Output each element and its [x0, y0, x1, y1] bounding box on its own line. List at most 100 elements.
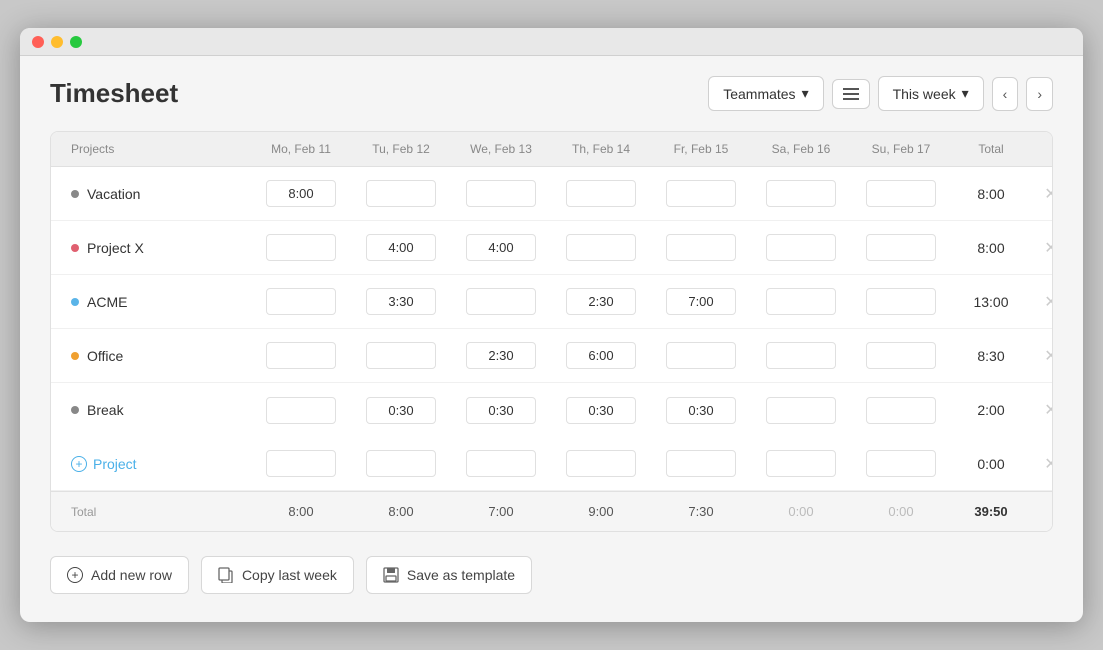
teammates-dropdown[interactable]: Teammates ▾ [708, 76, 823, 111]
close-button[interactable] [32, 36, 44, 48]
prev-week-button[interactable]: ‹ [992, 77, 1019, 111]
row-2-day-3-input[interactable] [566, 288, 636, 315]
total-wed: 7:00 [451, 504, 551, 519]
row-1-day-0-input[interactable] [266, 234, 336, 261]
row-1-day-6-input[interactable] [866, 234, 936, 261]
project-name: Vacation [87, 186, 140, 202]
row-1-day-5-input[interactable] [766, 234, 836, 261]
row-4-day-6-input[interactable] [866, 397, 936, 424]
table-row: Vacation8:00✕ [51, 167, 1052, 221]
total-sat: 0:00 [751, 504, 851, 519]
project-dot [71, 298, 79, 306]
row-4-day-3-input[interactable] [566, 397, 636, 424]
add-project-mon[interactable] [266, 450, 336, 477]
header-controls: Teammates ▾ This week ▾ ‹ [708, 76, 1053, 111]
table-row: Break 2:00✕ [51, 383, 1052, 437]
row-3-day-1-input[interactable] [366, 342, 436, 369]
row-0-day-4-input[interactable] [666, 180, 736, 207]
project-cell: ACME [51, 294, 251, 310]
row-4-day-4-input[interactable] [666, 397, 736, 424]
add-project-total: 0:00 [951, 456, 1031, 472]
copy-icon [218, 567, 234, 583]
minimize-button[interactable] [51, 36, 63, 48]
col-mon: Mo, Feb 11 [251, 142, 351, 156]
teammates-label: Teammates [723, 86, 795, 102]
copy-label: Copy last week [242, 567, 337, 583]
row-3-day-5-input[interactable] [766, 342, 836, 369]
row-2-day-0-input[interactable] [266, 288, 336, 315]
row-4-day-1-input[interactable] [366, 397, 436, 424]
project-dot [71, 406, 79, 414]
row-0-day-0-input[interactable] [266, 180, 336, 207]
row-2-remove[interactable]: ✕ [1031, 292, 1053, 312]
col-thu: Th, Feb 14 [551, 142, 651, 156]
row-3-day-2-input[interactable] [466, 342, 536, 369]
add-project-label: Project [93, 456, 137, 472]
add-project-sat[interactable] [766, 450, 836, 477]
row-0-day-2-input[interactable] [466, 180, 536, 207]
row-4-day-2-input[interactable] [466, 397, 536, 424]
add-project-fri[interactable] [666, 450, 736, 477]
row-4-total: 2:00 [951, 402, 1031, 418]
row-1-remove[interactable]: ✕ [1031, 238, 1053, 258]
table-row: ACME 13:00✕ [51, 275, 1052, 329]
col-projects: Projects [51, 142, 251, 156]
add-row-label: Add new row [91, 567, 172, 583]
add-project-wed[interactable] [466, 450, 536, 477]
total-thu: 9:00 [551, 504, 651, 519]
grand-total: 39:50 [951, 504, 1031, 519]
row-2-day-5-input[interactable] [766, 288, 836, 315]
project-name: Break [87, 402, 124, 418]
add-project-tue[interactable] [366, 450, 436, 477]
row-0-day-5-input[interactable] [766, 180, 836, 207]
table-header: Projects Mo, Feb 11 Tu, Feb 12 We, Feb 1… [51, 132, 1052, 167]
row-2-day-2-input[interactable] [466, 288, 536, 315]
add-project-thu[interactable] [566, 450, 636, 477]
col-wed: We, Feb 13 [451, 142, 551, 156]
table-row: Office8:30✕ [51, 329, 1052, 383]
add-project-button[interactable]: + Project [51, 456, 251, 472]
list-view-button[interactable] [832, 79, 870, 109]
project-name: ACME [87, 294, 127, 310]
row-0-day-6-input[interactable] [866, 180, 936, 207]
row-3-remove[interactable]: ✕ [1031, 346, 1053, 366]
timesheet-table: Projects Mo, Feb 11 Tu, Feb 12 We, Feb 1… [50, 131, 1053, 532]
row-0-remove[interactable]: ✕ [1031, 184, 1053, 204]
total-sun: 0:00 [851, 504, 951, 519]
row-3-day-0-input[interactable] [266, 342, 336, 369]
row-0-day-3-input[interactable] [566, 180, 636, 207]
row-4-day-0-input[interactable] [266, 397, 336, 424]
next-week-button[interactable]: › [1026, 77, 1053, 111]
app-content: Timesheet Teammates ▾ This week ▾ [20, 56, 1083, 622]
row-2-day-6-input[interactable] [866, 288, 936, 315]
row-0-day-1-input[interactable] [366, 180, 436, 207]
row-4-remove[interactable]: ✕ [1031, 400, 1053, 420]
project-cell: Project X [51, 240, 251, 256]
total-mon: 8:00 [251, 504, 351, 519]
row-1-day-3-input[interactable] [566, 234, 636, 261]
row-1-day-1-input[interactable] [366, 234, 436, 261]
row-3-day-3-input[interactable] [566, 342, 636, 369]
row-1-day-4-input[interactable] [666, 234, 736, 261]
plus-circle-icon: + [67, 567, 83, 583]
week-dropdown[interactable]: This week ▾ [878, 76, 984, 111]
row-2-day-4-input[interactable] [666, 288, 736, 315]
add-row-button[interactable]: + Add new row [50, 556, 189, 594]
save-template-button[interactable]: Save as template [366, 556, 532, 594]
add-project-remove[interactable]: ✕ [1031, 454, 1053, 474]
row-3-total: 8:30 [951, 348, 1031, 364]
row-4-day-5-input[interactable] [766, 397, 836, 424]
row-2-day-1-input[interactable] [366, 288, 436, 315]
row-3-day-4-input[interactable] [666, 342, 736, 369]
save-template-label: Save as template [407, 567, 515, 583]
row-1-day-2-input[interactable] [466, 234, 536, 261]
maximize-button[interactable] [70, 36, 82, 48]
project-cell: Break [51, 402, 251, 418]
save-icon [383, 567, 399, 583]
row-2-total: 13:00 [951, 294, 1031, 310]
copy-last-week-button[interactable]: Copy last week [201, 556, 354, 594]
add-project-sun[interactable] [866, 450, 936, 477]
project-name: Project X [87, 240, 144, 256]
col-actions [1031, 142, 1053, 156]
row-3-day-6-input[interactable] [866, 342, 936, 369]
